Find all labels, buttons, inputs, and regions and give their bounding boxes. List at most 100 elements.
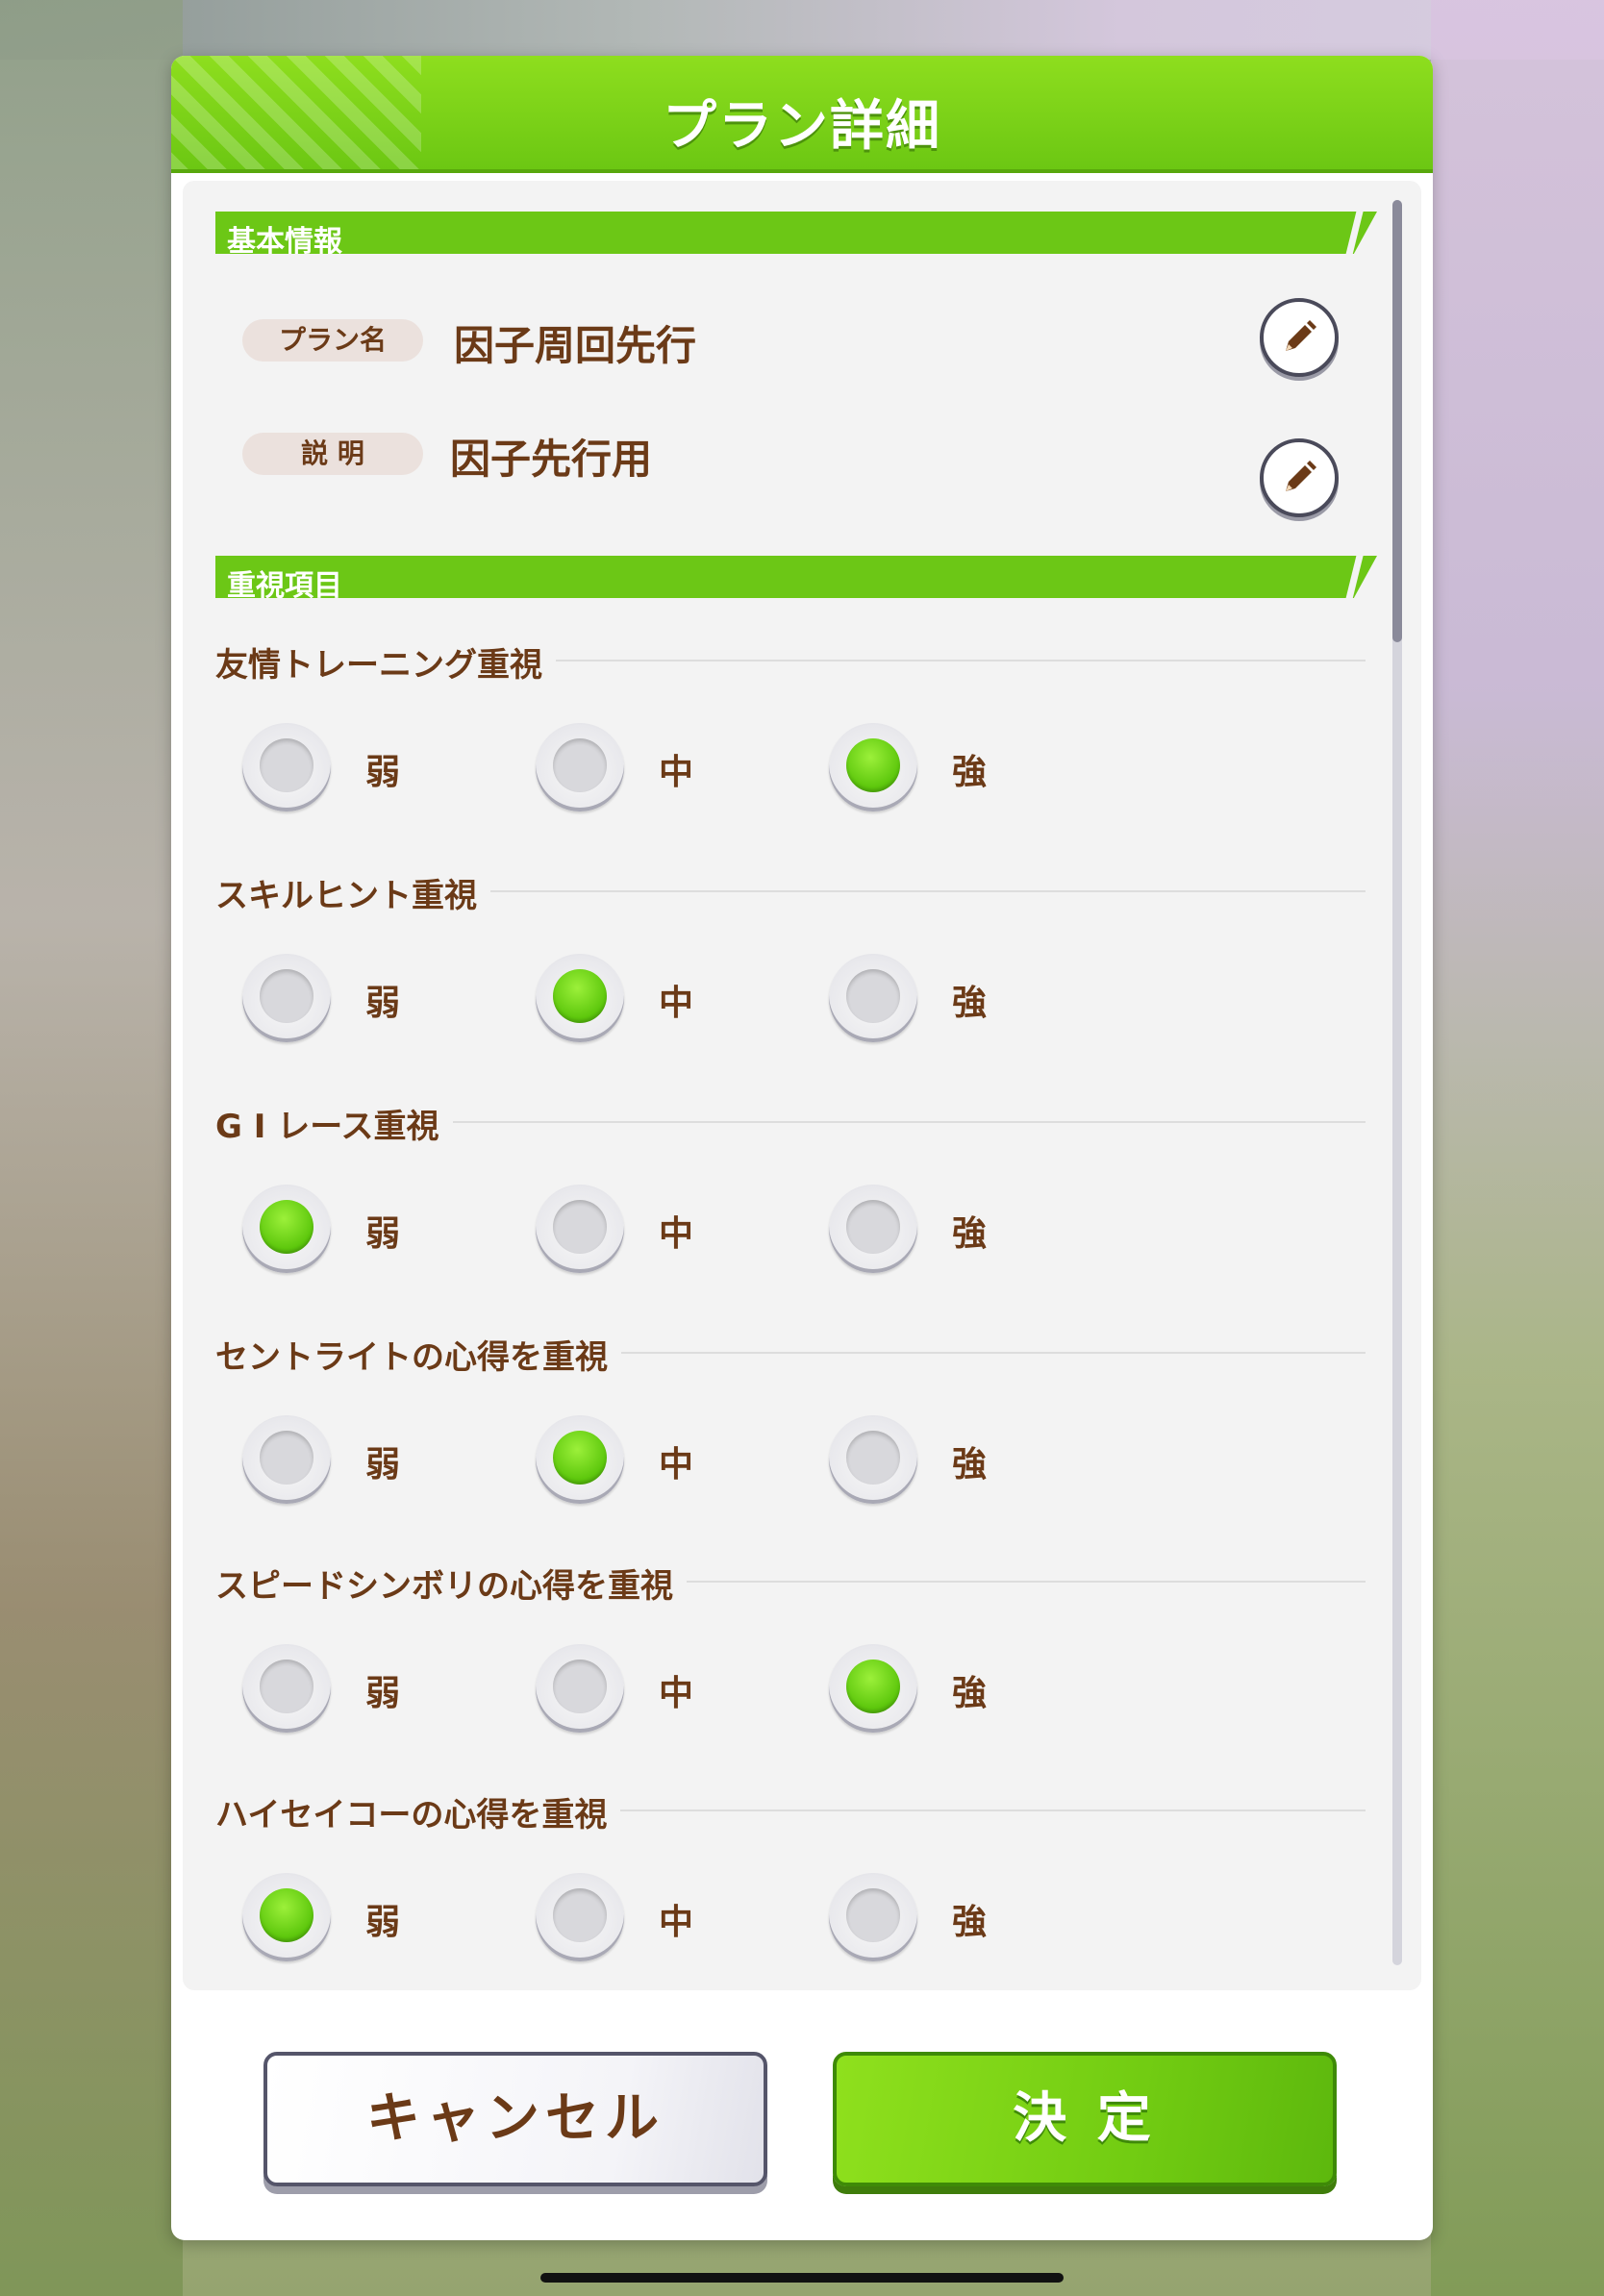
description-value: 因子先行用 bbox=[450, 436, 653, 483]
dialog-header: プラン詳細 bbox=[171, 56, 1433, 173]
radio-button[interactable] bbox=[242, 1185, 331, 1273]
radio-option-strong[interactable]: 強 bbox=[829, 723, 1060, 815]
background-left bbox=[0, 0, 183, 2296]
radio-option-strong[interactable]: 強 bbox=[829, 1644, 1060, 1736]
pencil-icon bbox=[1286, 320, 1316, 351]
group-title: ハイセイコーの心得を重視 bbox=[215, 1788, 621, 1835]
radio-label: 強 bbox=[952, 1903, 988, 1942]
group-title: セントライトの心得を重視 bbox=[215, 1331, 621, 1378]
confirm-button[interactable]: 決 定 bbox=[833, 2052, 1337, 2186]
radio-dot bbox=[260, 1888, 313, 1942]
plan-name-tag: プラン名 bbox=[242, 319, 423, 362]
edit-plan-name-button[interactable] bbox=[1260, 298, 1339, 377]
radio-button[interactable] bbox=[536, 1415, 624, 1504]
radio-button[interactable] bbox=[536, 1644, 624, 1733]
radio-label: 弱 bbox=[365, 1674, 401, 1713]
radio-button[interactable] bbox=[536, 1873, 624, 1961]
plan-detail-dialog: プラン詳細 基本情報 プラン名 因子周回先行 説 明 因子先行用 重視項目 友情… bbox=[171, 56, 1433, 2240]
radio-button[interactable] bbox=[536, 954, 624, 1042]
section-label: 重視項目 bbox=[227, 569, 342, 603]
section-label: 基本情報 bbox=[227, 225, 342, 259]
radio-dot bbox=[553, 1888, 607, 1942]
radio-option-weak[interactable]: 弱 bbox=[242, 723, 473, 815]
radio-option-medium[interactable]: 中 bbox=[536, 1873, 766, 1965]
radio-dot bbox=[260, 738, 313, 792]
group-title: スキルヒント重視 bbox=[215, 869, 490, 916]
radio-dot bbox=[846, 738, 900, 792]
radio-dot bbox=[553, 738, 607, 792]
radio-label: 強 bbox=[952, 1674, 988, 1713]
radio-option-weak[interactable]: 弱 bbox=[242, 1644, 473, 1736]
plan-name-row: プラン名 因子周回先行 bbox=[242, 298, 1339, 377]
radio-label: 弱 bbox=[365, 1445, 401, 1485]
radio-label: 中 bbox=[659, 1445, 694, 1485]
background-right bbox=[1431, 0, 1604, 2296]
radio-label: 弱 bbox=[365, 1214, 401, 1254]
radio-label: 中 bbox=[659, 1214, 694, 1254]
group-title: 友情トレーニング重視 bbox=[215, 638, 556, 686]
radio-dot bbox=[553, 1200, 607, 1254]
radio-option-strong[interactable]: 強 bbox=[829, 1185, 1060, 1277]
radio-label: 強 bbox=[952, 984, 988, 1023]
radio-button[interactable] bbox=[242, 723, 331, 811]
radio-label: 中 bbox=[659, 1674, 694, 1713]
radio-dot bbox=[553, 969, 607, 1023]
radio-button[interactable] bbox=[242, 1644, 331, 1733]
radio-option-weak[interactable]: 弱 bbox=[242, 1415, 473, 1508]
radio-option-weak[interactable]: 弱 bbox=[242, 1185, 473, 1277]
radio-option-strong[interactable]: 強 bbox=[829, 1415, 1060, 1508]
stripe-decoration bbox=[1345, 212, 1364, 254]
radio-button[interactable] bbox=[536, 723, 624, 811]
radio-label: 弱 bbox=[365, 984, 401, 1023]
group-title: G I レース重視 bbox=[215, 1100, 453, 1147]
radio-button[interactable] bbox=[829, 1873, 917, 1961]
cancel-button[interactable]: キャンセル bbox=[263, 2052, 767, 2186]
radio-dot bbox=[553, 1660, 607, 1713]
radio-dot bbox=[846, 1200, 900, 1254]
description-row: 説 明 因子先行用 bbox=[242, 419, 1339, 517]
radio-button[interactable] bbox=[242, 1415, 331, 1504]
radio-option-weak[interactable]: 弱 bbox=[242, 954, 473, 1046]
radio-label: 弱 bbox=[365, 753, 401, 792]
radio-label: 弱 bbox=[365, 1903, 401, 1942]
radio-dot bbox=[846, 1431, 900, 1485]
radio-button[interactable] bbox=[242, 1873, 331, 1961]
radio-dot bbox=[846, 1660, 900, 1713]
radio-label: 中 bbox=[659, 753, 694, 792]
radio-label: 強 bbox=[952, 1214, 988, 1254]
pencil-icon bbox=[1286, 461, 1316, 491]
section-bar-basic-info: 基本情報 bbox=[215, 212, 1377, 254]
stripe-decoration bbox=[1345, 556, 1364, 598]
scrollbar-thumb[interactable] bbox=[1392, 200, 1402, 642]
description-tag: 説 明 bbox=[242, 433, 423, 475]
radio-dot bbox=[553, 1431, 607, 1485]
radio-dot bbox=[260, 969, 313, 1023]
radio-option-weak[interactable]: 弱 bbox=[242, 1873, 473, 1965]
group-title: スピードシンボリの心得を重視 bbox=[215, 1560, 687, 1607]
edit-description-button[interactable] bbox=[1260, 438, 1339, 517]
radio-dot bbox=[260, 1200, 313, 1254]
radio-option-medium[interactable]: 中 bbox=[536, 1415, 766, 1508]
radio-option-medium[interactable]: 中 bbox=[536, 1185, 766, 1277]
radio-button[interactable] bbox=[536, 1185, 624, 1273]
radio-option-medium[interactable]: 中 bbox=[536, 723, 766, 815]
radio-button[interactable] bbox=[829, 1185, 917, 1273]
radio-button[interactable] bbox=[829, 1415, 917, 1504]
radio-option-strong[interactable]: 強 bbox=[829, 954, 1060, 1046]
home-indicator bbox=[540, 2273, 1064, 2283]
background-top bbox=[0, 0, 1604, 60]
radio-button[interactable] bbox=[829, 723, 917, 811]
radio-button[interactable] bbox=[242, 954, 331, 1042]
radio-button[interactable] bbox=[829, 1644, 917, 1733]
radio-option-medium[interactable]: 中 bbox=[536, 954, 766, 1046]
radio-button[interactable] bbox=[829, 954, 917, 1042]
radio-dot bbox=[260, 1660, 313, 1713]
dialog-title: プラン詳細 bbox=[663, 95, 941, 158]
content-panel[interactable]: 基本情報 プラン名 因子周回先行 説 明 因子先行用 重視項目 友情トレーニング… bbox=[183, 181, 1421, 1990]
section-bar-priority: 重視項目 bbox=[215, 556, 1377, 598]
radio-label: 中 bbox=[659, 984, 694, 1023]
radio-option-strong[interactable]: 強 bbox=[829, 1873, 1060, 1965]
radio-dot bbox=[846, 1888, 900, 1942]
radio-option-medium[interactable]: 中 bbox=[536, 1644, 766, 1736]
radio-label: 強 bbox=[952, 1445, 988, 1485]
